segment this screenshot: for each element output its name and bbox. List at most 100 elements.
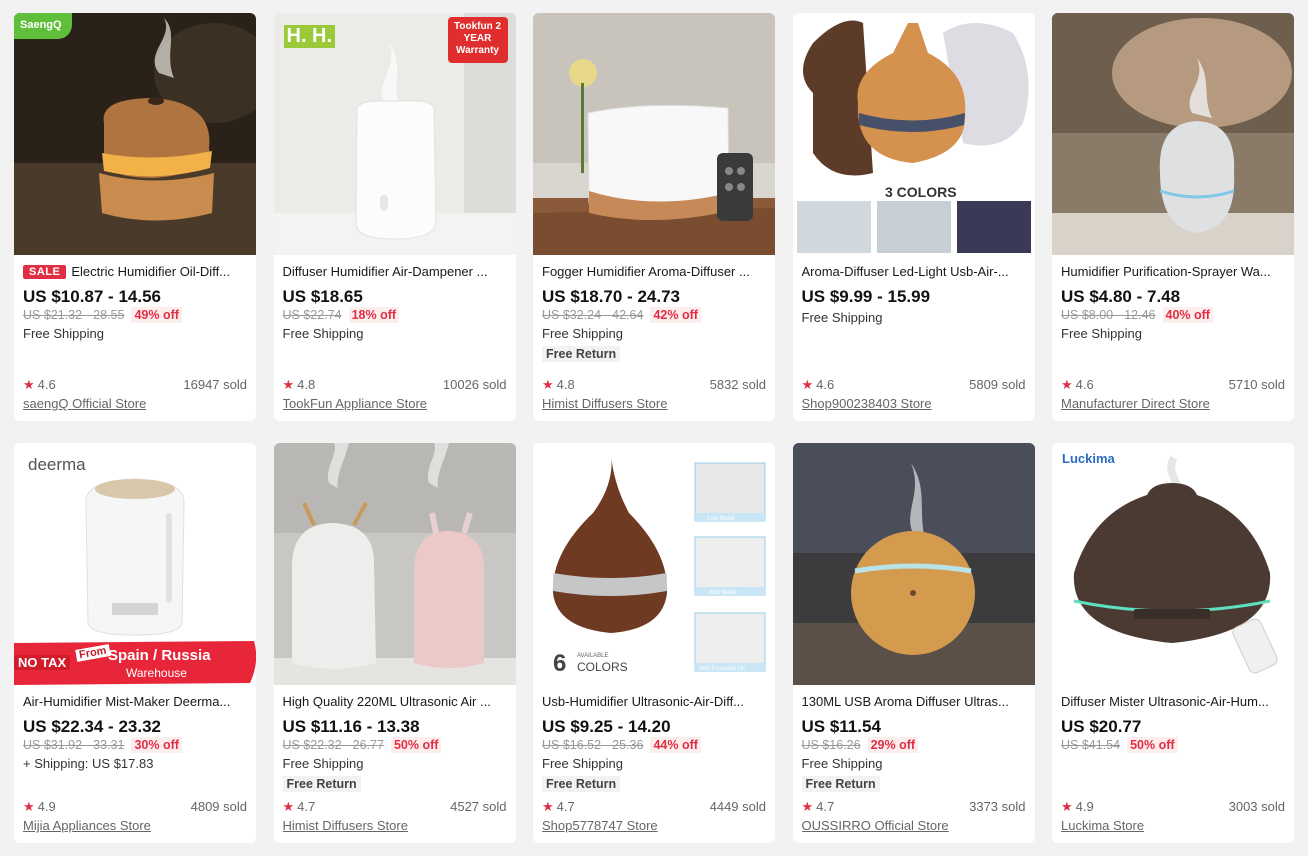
product-card[interactable]: Humidifier Purification-Sprayer Wa... US… <box>1052 13 1294 421</box>
original-price: US $16.52 - 25.36 <box>542 738 644 752</box>
sold-count: 3003 sold <box>1228 799 1285 814</box>
product-card[interactable]: Low Noise Add Water Add Essential Oil 6 … <box>533 443 775 843</box>
product-image[interactable]: H. H. Tookfun 2 YEAR Warranty <box>273 13 516 255</box>
free-return-badge: Free Return <box>542 776 621 792</box>
product-price: US $4.80 - 7.48 <box>1061 287 1181 306</box>
product-price: US $11.54 <box>801 717 881 736</box>
shipping-info: Free Shipping <box>801 310 883 325</box>
store-link[interactable]: Shop900238403 Store <box>802 395 1026 412</box>
dark-wood-diffuser-image: Low Noise Add Water Add Essential Oil 6 … <box>533 443 775 685</box>
product-price: US $11.16 - 13.38 <box>282 717 420 736</box>
original-price: US $41.54 <box>1061 738 1121 752</box>
free-return-badge: Free Return <box>801 776 880 792</box>
product-price: US $9.99 - 15.99 <box>801 287 931 306</box>
product-image[interactable] <box>273 443 516 685</box>
star-icon: ★ <box>1061 377 1073 392</box>
star-icon: ★ <box>542 377 554 392</box>
product-title[interactable]: Air-Humidifier Mist-Maker Deerma... <box>23 694 247 710</box>
store-link[interactable]: Mijia Appliances Store <box>23 817 247 834</box>
rating: ★ 4.7 <box>801 799 835 814</box>
discount-badge: 30% off <box>131 737 182 753</box>
discount-badge: 42% off <box>650 307 701 323</box>
sold-count: 5710 sold <box>1228 377 1285 392</box>
original-price: US $16.26 <box>801 738 861 752</box>
product-card[interactable]: SaengQ SALE Electric Humidifier Oil-Diff… <box>14 13 256 421</box>
product-card[interactable]: High Quality 220ML Ultrasonic Air ... US… <box>273 443 516 843</box>
product-title[interactable]: Fogger Humidifier Aroma-Diffuser ... <box>542 264 766 280</box>
product-title[interactable]: Diffuser Humidifier Air-Dampener ... <box>283 264 507 280</box>
free-return-badge: Free Return <box>542 346 621 362</box>
store-link[interactable]: Shop5778747 Store <box>542 817 766 834</box>
no-tax-label: NO TAX <box>14 655 71 670</box>
brand-logo: H. H. <box>283 25 336 48</box>
product-title[interactable]: High Quality 220ML Ultrasonic Air ... <box>283 694 507 710</box>
sold-count: 4527 sold <box>450 799 507 814</box>
original-price: US $32.24 - 42.64 <box>542 308 644 322</box>
shipping-info: Free Shipping <box>801 756 883 771</box>
store-link[interactable]: OUSSIRRO Official Store <box>802 817 1026 834</box>
store-link[interactable]: Himist Diffusers Store <box>542 395 766 412</box>
product-grid: SaengQ SALE Electric Humidifier Oil-Diff… <box>14 13 1294 843</box>
brand-logo: deerma <box>28 455 86 474</box>
product-title[interactable]: Aroma-Diffuser Led-Light Usb-Air-... <box>802 264 1026 280</box>
shipping-info: Free Shipping <box>1061 326 1142 341</box>
image-caption: 3 COLORS <box>885 184 957 200</box>
product-title[interactable]: Usb-Humidifier Ultrasonic-Air-Diff... <box>542 694 766 710</box>
sold-count: 3373 sold <box>969 799 1026 814</box>
luckima-diffuser-image <box>1052 443 1294 685</box>
sold-count: 4449 sold <box>709 799 766 814</box>
discount-badge: 50% off <box>1127 737 1178 753</box>
product-image[interactable] <box>1052 13 1294 255</box>
rating: ★ 4.7 <box>282 799 316 814</box>
wood-sphere-diffuser-image <box>792 443 1035 685</box>
store-link[interactable]: Luckima Store <box>1061 817 1285 834</box>
product-card[interactable]: Luckima Diffuser Mister Ultrasonic-Air-H… <box>1052 443 1294 843</box>
product-image[interactable]: Luckima <box>1052 443 1294 685</box>
product-title[interactable]: Humidifier Purification-Sprayer Wa... <box>1061 264 1285 280</box>
product-card[interactable]: 3 COLORS Aroma-Diffuser Led-Light Usb-Ai… <box>792 13 1035 421</box>
product-image[interactable] <box>792 443 1035 685</box>
product-price: US $18.65 <box>282 287 363 306</box>
star-icon: ★ <box>23 799 35 814</box>
shipping-info: Free Shipping <box>282 326 364 341</box>
star-icon: ★ <box>23 377 35 392</box>
product-price: US $22.34 - 23.32 <box>23 717 161 736</box>
star-icon: ★ <box>542 799 554 814</box>
store-link[interactable]: saengQ Official Store <box>23 395 247 412</box>
warehouse-banner-sub: Warehouse <box>126 666 187 680</box>
product-title[interactable]: Diffuser Mister Ultrasonic-Air-Hum... <box>1061 694 1285 710</box>
product-image[interactable]: deerma NO TAX From Spain / Russia Wareho… <box>14 443 256 685</box>
brand-logo: Luckima <box>1062 451 1115 466</box>
panel-label: Add Essential Oil <box>699 666 745 672</box>
product-card[interactable]: H. H. Tookfun 2 YEAR Warranty Diffuser H… <box>273 13 516 421</box>
rating: ★ 4.6 <box>23 377 56 392</box>
product-card[interactable]: deerma NO TAX From Spain / Russia Wareho… <box>14 443 256 843</box>
star-icon: ★ <box>801 377 814 392</box>
image-caption-small: AVAILABLE <box>577 653 608 659</box>
panel-label: Low Noise <box>707 516 736 522</box>
store-link[interactable]: Himist Diffusers Store <box>283 817 507 834</box>
fogger-diffuser-image <box>533 13 775 255</box>
product-image[interactable]: 3 COLORS <box>792 13 1035 255</box>
shipping-info: Free Shipping <box>282 756 364 771</box>
star-icon: ★ <box>801 799 814 814</box>
product-image[interactable]: Low Noise Add Water Add Essential Oil 6 … <box>533 443 775 685</box>
product-image[interactable] <box>533 13 775 255</box>
product-title[interactable]: 130ML USB Aroma Diffuser Ultras... <box>802 694 1026 710</box>
sold-count: 4809 sold <box>190 799 247 814</box>
shipping-info: Free Shipping <box>542 326 623 341</box>
original-price: US $31.92 - 33.31 <box>23 738 125 752</box>
original-price: US $8.00 - 12.46 <box>1061 308 1156 322</box>
original-price: US $22.32 - 26.77 <box>282 738 384 752</box>
original-price: US $22.74 <box>282 308 342 322</box>
warehouse-banner-title: Spain / Russia <box>108 647 211 664</box>
discount-badge: 18% off <box>348 307 400 323</box>
three-color-diffusers-image: 3 COLORS <box>792 13 1035 255</box>
store-link[interactable]: Manufacturer Direct Store <box>1061 395 1285 412</box>
panel-label: Add Water <box>709 590 737 596</box>
product-card[interactable]: 130ML USB Aroma Diffuser Ultras... US $1… <box>792 443 1035 843</box>
product-card[interactable]: Fogger Humidifier Aroma-Diffuser ... US … <box>533 13 775 421</box>
store-link[interactable]: TookFun Appliance Store <box>283 395 507 412</box>
discount-badge: 40% off <box>1162 307 1213 323</box>
rating: ★ 4.6 <box>801 377 835 392</box>
